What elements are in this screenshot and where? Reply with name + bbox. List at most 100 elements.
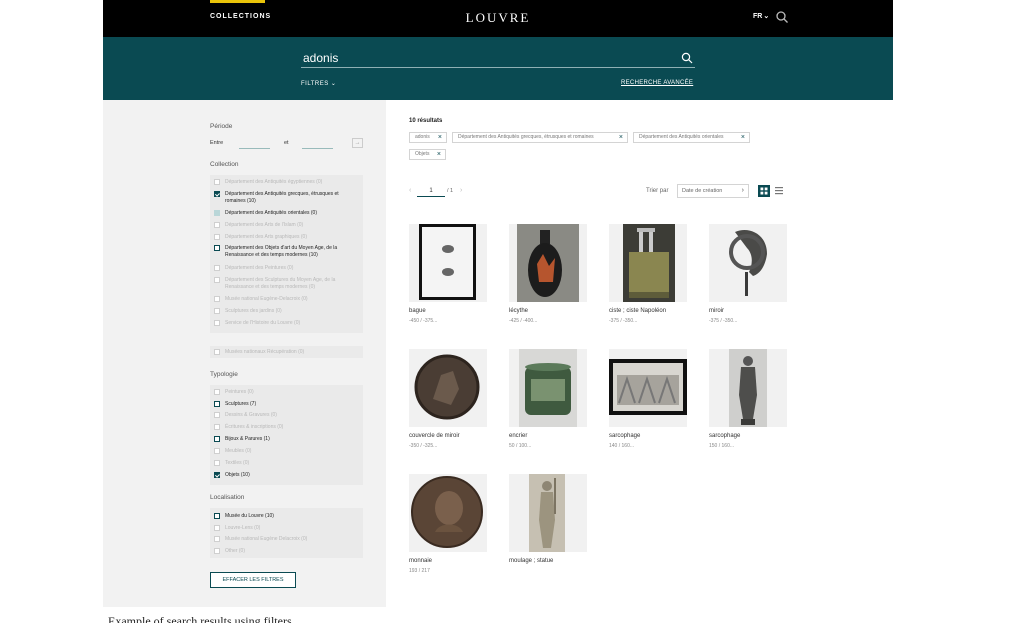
checkbox[interactable] xyxy=(214,401,220,407)
checkbox[interactable] xyxy=(214,389,220,395)
result-name[interactable]: couvercle de miroir xyxy=(409,433,460,439)
result-name[interactable]: lécythe xyxy=(509,308,528,314)
search-submit-icon[interactable] xyxy=(681,52,693,64)
filter-option[interactable]: Textiles (0) xyxy=(214,460,359,467)
filter-option[interactable]: Musées nationaux Récupération (0) xyxy=(214,349,359,356)
checkbox[interactable] xyxy=(214,525,220,531)
filter-option[interactable]: Sculptures (7) xyxy=(214,401,359,408)
filter-option[interactable]: Service de l'Histoire du Louvre (0) xyxy=(214,320,359,327)
filter-chip[interactable]: Objets × xyxy=(409,149,446,160)
typology-title: Typologie xyxy=(210,371,238,378)
chevron-left-icon[interactable]: ‹ xyxy=(409,187,411,194)
advanced-search-link[interactable]: RECHERCHE AVANCÉE xyxy=(621,80,693,86)
filter-option[interactable]: Département des Objets d'art du Moyen Ag… xyxy=(214,245,359,259)
page-input[interactable]: 1 xyxy=(417,186,445,197)
filter-option[interactable]: Bijoux & Parures (1) xyxy=(214,436,359,443)
result-name[interactable]: monnaie xyxy=(409,558,432,564)
checkbox[interactable] xyxy=(214,320,220,326)
filter-option[interactable]: Département des Sculptures du Moyen Age,… xyxy=(214,277,359,291)
filter-option[interactable]: Dessins & Gravures (0) xyxy=(214,412,359,419)
result-name[interactable]: bague xyxy=(409,308,426,314)
grid-view-icon[interactable] xyxy=(758,185,770,197)
filter-option[interactable]: Sculptures des jardins (0) xyxy=(214,308,359,315)
checkbox[interactable] xyxy=(214,536,220,542)
year-to-input[interactable] xyxy=(302,138,333,149)
list-view-icon[interactable] xyxy=(775,186,783,196)
result-name[interactable]: moulage ; statue xyxy=(509,558,553,564)
search-icon[interactable] xyxy=(775,10,789,24)
sort-select[interactable]: Date de création › xyxy=(677,184,749,198)
result-thumbnail[interactable] xyxy=(509,224,587,302)
result-thumbnail[interactable] xyxy=(609,224,687,302)
chevron-right-icon[interactable]: › xyxy=(460,187,462,194)
filter-option[interactable]: Département des Antiquités égyptiennes (… xyxy=(214,179,359,186)
filter-option[interactable]: Département des Arts de l'Islam (0) xyxy=(214,222,359,229)
result-name[interactable]: ciste ; ciste Napoléon xyxy=(609,308,666,314)
filter-option[interactable]: Musée national Eugène Delacroix (0) xyxy=(214,536,359,543)
result-name[interactable]: encrier xyxy=(509,433,527,439)
result-thumbnail[interactable] xyxy=(409,224,487,302)
result-thumbnail[interactable] xyxy=(409,474,487,552)
filters-label: FILTRES xyxy=(301,81,329,87)
checkbox[interactable] xyxy=(214,234,220,240)
louvre-logo[interactable]: LOUVRE xyxy=(453,10,543,26)
checkbox[interactable] xyxy=(214,548,220,554)
close-icon[interactable]: × xyxy=(438,133,442,142)
filter-option[interactable]: Département des Arts graphiques (0) xyxy=(214,234,359,241)
filter-chip[interactable]: Département des Antiquités grecques, étr… xyxy=(452,132,628,143)
filter-option[interactable]: Other (0) xyxy=(214,548,359,555)
period-submit-button[interactable]: → xyxy=(352,138,363,148)
checkbox[interactable] xyxy=(214,179,220,185)
checkbox[interactable] xyxy=(214,460,220,466)
result-thumbnail[interactable] xyxy=(509,349,587,427)
result-name[interactable]: sarcophage xyxy=(709,433,740,439)
checkbox[interactable] xyxy=(214,436,220,442)
checkbox[interactable] xyxy=(214,308,220,314)
result-thumbnail[interactable] xyxy=(509,474,587,552)
result-thumbnail[interactable] xyxy=(609,349,687,427)
filter-option[interactable]: Musée du Louvre (10) xyxy=(214,513,359,520)
checkbox[interactable] xyxy=(214,296,220,302)
checkbox[interactable] xyxy=(214,277,220,283)
filter-chip[interactable]: adonis × xyxy=(409,132,447,143)
year-from-input[interactable] xyxy=(239,138,270,149)
filter-option[interactable]: Meubles (0) xyxy=(214,448,359,455)
filter-option[interactable]: Musée national Eugène-Delacroix (0) xyxy=(214,296,359,303)
filter-option-label: Textiles (0) xyxy=(225,460,250,466)
search-input[interactable]: adonis xyxy=(301,51,695,68)
filter-option-label: Musée national Eugène-Delacroix (0) xyxy=(225,296,308,302)
result-thumbnail[interactable] xyxy=(409,349,487,427)
checkbox[interactable] xyxy=(214,448,220,454)
close-icon[interactable]: × xyxy=(741,133,745,142)
checkbox[interactable] xyxy=(214,210,220,216)
filter-option[interactable]: Département des Antiquités orientales (0… xyxy=(214,210,359,217)
filter-option-label: Sculptures (7) xyxy=(225,401,257,407)
filter-option[interactable]: Objets (10) xyxy=(214,472,359,479)
checkbox[interactable] xyxy=(214,412,220,418)
filter-option[interactable]: Peintures (0) xyxy=(214,389,359,396)
checkbox[interactable] xyxy=(214,349,220,355)
filter-option[interactable]: Louvre-Lens (0) xyxy=(214,525,359,532)
filter-option[interactable]: Département des Antiquités grecques, étr… xyxy=(214,191,359,205)
filter-chip[interactable]: Département des Antiquités orientales × xyxy=(633,132,750,143)
result-name[interactable]: miroir xyxy=(709,308,724,314)
checkbox[interactable] xyxy=(214,472,220,478)
close-icon[interactable]: × xyxy=(619,133,623,142)
filter-option-label: Objets (10) xyxy=(225,472,250,478)
filters-toggle[interactable]: FILTRES ⌄ xyxy=(301,80,336,87)
checkbox[interactable] xyxy=(214,191,220,197)
filter-option[interactable]: Écritures & inscriptions (0) xyxy=(214,424,359,431)
result-thumbnail[interactable] xyxy=(709,349,787,427)
checkbox[interactable] xyxy=(214,245,220,251)
clear-filters-button[interactable]: EFFACER LES FILTRES xyxy=(210,572,296,588)
result-name[interactable]: sarcophage xyxy=(609,433,640,439)
result-thumbnail[interactable] xyxy=(709,224,787,302)
checkbox[interactable] xyxy=(214,424,220,430)
filter-option[interactable]: Département des Peintures (0) xyxy=(214,265,359,272)
collections-link[interactable]: COLLECTIONS xyxy=(210,13,271,20)
language-selector[interactable]: FR⌄ xyxy=(753,12,769,20)
close-icon[interactable]: × xyxy=(437,150,441,159)
checkbox[interactable] xyxy=(214,265,220,271)
checkbox[interactable] xyxy=(214,513,220,519)
checkbox[interactable] xyxy=(214,222,220,228)
